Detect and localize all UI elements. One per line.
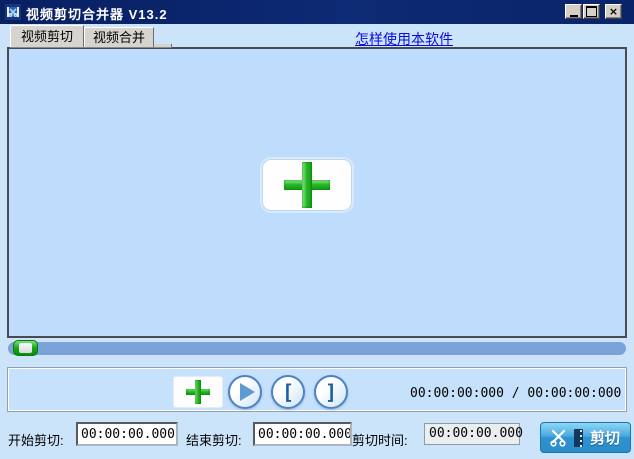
app-icon — [5, 4, 21, 20]
help-link[interactable]: 怎样使用本软件 — [355, 29, 453, 49]
maximize-icon — [586, 6, 597, 17]
film-icon — [574, 429, 583, 447]
close-icon: × — [609, 5, 618, 18]
plus-icon — [284, 162, 330, 208]
maximize-button[interactable] — [583, 4, 600, 19]
tab-video-merge[interactable]: 视频合并 — [84, 27, 154, 47]
slider-handle[interactable] — [13, 340, 38, 356]
tab-video-cut[interactable]: 视频剪切 — [10, 25, 84, 47]
bracket-left-icon: [ — [282, 378, 294, 406]
slider-handle-grip — [19, 343, 32, 353]
seek-slider[interactable] — [8, 342, 626, 355]
start-cut-label: 开始剪切: — [8, 430, 64, 449]
bracket-right-icon: ] — [325, 378, 337, 406]
plus-icon — [186, 380, 210, 404]
close-button[interactable]: × — [605, 4, 622, 19]
time-display: 00:00:00:000 / 00:00:00:000 — [410, 386, 621, 401]
minimize-button[interactable] — [565, 4, 582, 19]
start-cut-input[interactable] — [76, 422, 178, 446]
add-video-button[interactable] — [262, 159, 352, 211]
play-button[interactable] — [228, 375, 262, 409]
play-icon — [240, 383, 255, 401]
scissors-icon — [549, 428, 569, 448]
cut-duration-label: 剪切时间: — [352, 430, 408, 449]
window-title: 视频剪切合并器 V13.2 — [26, 4, 168, 23]
toolbar-add-button[interactable] — [173, 376, 223, 408]
mark-end-button[interactable]: ] — [314, 375, 348, 409]
cut-button-label: 剪切 — [588, 427, 622, 448]
end-cut-input[interactable] — [253, 422, 352, 446]
cut-duration-value: 00:00:00.000 — [424, 423, 520, 445]
titlebar[interactable]: 视频剪切合并器 V13.2 × — [0, 0, 634, 24]
end-cut-label: 结束剪切: — [186, 430, 242, 449]
mark-start-button[interactable]: [ — [271, 375, 305, 409]
minimize-icon — [570, 15, 578, 17]
cut-button[interactable]: 剪切 — [540, 422, 631, 453]
